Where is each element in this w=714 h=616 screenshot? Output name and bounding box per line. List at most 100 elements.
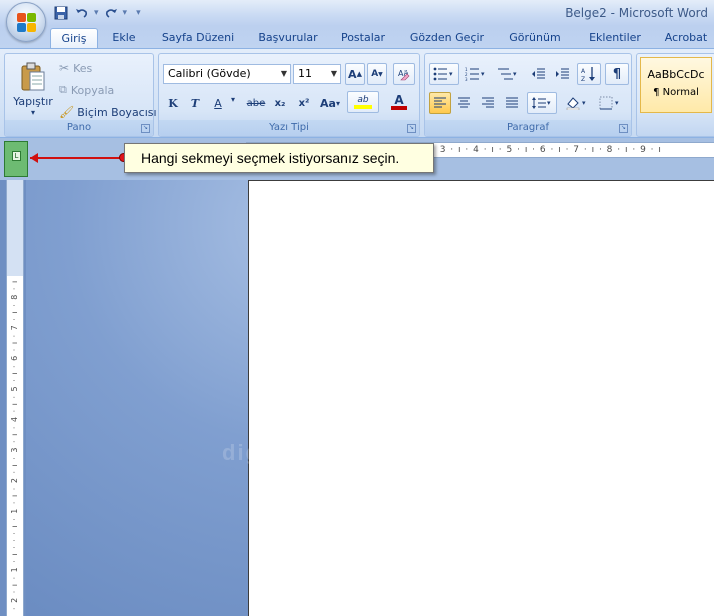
tab-gorunum[interactable]: Görünüm xyxy=(502,28,568,48)
format-painter-icon: 🖌 xyxy=(59,105,75,119)
grow-font-button[interactable]: A ▲ xyxy=(345,63,365,85)
align-right-button[interactable] xyxy=(477,92,499,114)
svg-text:Z: Z xyxy=(581,76,585,82)
font-launcher-icon[interactable]: ↘ xyxy=(407,124,416,133)
decrease-indent-icon xyxy=(532,68,545,79)
svg-text:▾: ▾ xyxy=(582,99,586,107)
shrink-font-icon: A xyxy=(371,69,379,79)
borders-button[interactable]: ▾ xyxy=(595,92,627,114)
office-logo-icon xyxy=(17,13,37,33)
tab-ekle[interactable]: Ekle xyxy=(104,28,144,48)
font-color-icon: A xyxy=(394,93,404,107)
underline-dropdown-icon[interactable]: ▾ xyxy=(231,95,235,104)
strikethrough-button[interactable]: abe xyxy=(243,92,269,114)
callout-arrow-head xyxy=(30,153,38,163)
watermark: digitalders.com xyxy=(222,440,415,465)
svg-text:3: 3 xyxy=(465,77,468,81)
increase-indent-button[interactable] xyxy=(551,63,573,85)
change-case-label: Aa xyxy=(320,96,336,110)
align-center-button[interactable] xyxy=(453,92,475,114)
copy-button[interactable]: ⧉ Kopyala xyxy=(59,80,149,100)
bold-button[interactable]: K xyxy=(163,92,183,114)
save-icon[interactable] xyxy=(52,5,70,21)
change-case-button[interactable]: Aa ▾ xyxy=(317,92,343,114)
line-spacing-button[interactable]: ▾ xyxy=(527,92,557,114)
vertical-ruler-ticks: · 2 · ı · 1 · ı · · · ı · 1 · ı · 2 · ı … xyxy=(10,279,19,610)
multilevel-list-button[interactable]: ▾ xyxy=(493,63,523,85)
svg-text:▾: ▾ xyxy=(615,99,619,107)
align-right-icon xyxy=(482,97,494,108)
shrink-font-button[interactable]: A ▼ xyxy=(367,63,387,85)
show-formatting-button[interactable]: ¶ xyxy=(605,63,629,85)
style-normal[interactable]: AaBbCcDc ¶ Normal xyxy=(640,57,712,113)
tab-eklentiler[interactable]: Eklentiler xyxy=(582,28,648,48)
style-name: ¶ Normal xyxy=(653,87,699,98)
svg-text:▾: ▾ xyxy=(481,70,485,78)
superscript-button[interactable]: x² xyxy=(293,92,315,114)
paragraph-launcher-icon[interactable]: ↘ xyxy=(619,124,628,133)
numbering-button[interactable]: 1 2 3 ▾ xyxy=(461,63,491,85)
paste-dropdown-icon: ▾ xyxy=(30,107,35,117)
tab-basvurular[interactable]: Başvurular xyxy=(252,28,324,48)
window-title: Belge2 - Microsoft Word xyxy=(565,6,708,20)
shading-button[interactable]: ▾ xyxy=(561,92,593,114)
pilcrow-icon: ¶ xyxy=(612,66,622,82)
redo-dropdown-icon[interactable]: ▾ xyxy=(123,8,128,18)
decrease-indent-button[interactable] xyxy=(527,63,549,85)
svg-text:▾: ▾ xyxy=(449,70,453,78)
subscript-button[interactable]: x₂ xyxy=(269,92,291,114)
bullets-icon: ▾ xyxy=(433,67,453,81)
justify-icon xyxy=(506,97,518,108)
undo-dropdown-icon[interactable]: ▾ xyxy=(94,8,99,18)
clear-formatting-icon: Aä xyxy=(398,69,410,81)
tab-sayfa-duzeni[interactable]: Sayfa Düzeni xyxy=(158,28,238,48)
font-size-dropdown-icon: ▼ xyxy=(330,69,337,78)
font-name-value: Calibri (Gövde) xyxy=(168,67,251,80)
format-painter-button[interactable]: 🖌 Biçim Boyacısı xyxy=(59,102,157,122)
grow-font-icon: A xyxy=(348,67,357,81)
font-size-combo[interactable]: 11 ▼ xyxy=(293,64,341,84)
format-painter-label: Biçim Boyacısı xyxy=(77,105,157,119)
highlight-button[interactable]: ab xyxy=(347,91,379,113)
clear-formatting-button[interactable]: Aä xyxy=(393,63,415,85)
tooltip: Hangi sekmeyi seçmek istiyorsanız seçin. xyxy=(124,143,434,173)
borders-icon: ▾ xyxy=(599,96,619,110)
callout-arrow-line xyxy=(30,157,126,159)
sort-button[interactable]: AZ xyxy=(577,63,601,85)
style-sample: AaBbCcDc xyxy=(647,68,705,81)
tab-gozden-gecir[interactable]: Gözden Geçir xyxy=(406,28,488,48)
tab-selector-button[interactable]: L xyxy=(4,141,28,177)
copy-icon: ⧉ xyxy=(59,83,67,96)
paste-label: Yapıştır xyxy=(13,94,53,108)
font-color-button[interactable]: A xyxy=(383,91,415,113)
font-name-combo[interactable]: Calibri (Gövde) ▼ xyxy=(163,64,291,84)
office-button[interactable] xyxy=(6,2,46,42)
align-left-button[interactable] xyxy=(429,92,451,114)
sort-icon: AZ xyxy=(581,67,595,82)
italic-button[interactable]: T xyxy=(185,92,205,114)
vertical-ruler[interactable]: · 2 · ı · 1 · ı · · · ı · 1 · ı · 2 · ı … xyxy=(6,180,24,616)
clipboard-launcher-icon[interactable]: ↘ xyxy=(141,124,150,133)
font-color-swatch xyxy=(391,106,407,110)
font-size-value: 11 xyxy=(298,67,312,80)
svg-text:▾: ▾ xyxy=(547,99,551,107)
tab-acrobat[interactable]: Acrobat xyxy=(660,28,712,48)
undo-icon[interactable] xyxy=(73,5,91,21)
shading-icon: ▾ xyxy=(566,97,586,110)
svg-text:▾: ▾ xyxy=(513,70,517,78)
font-group-label: Yazı Tipi xyxy=(159,120,419,136)
tab-giris[interactable]: Giriş xyxy=(50,28,98,48)
numbering-icon: 123▾ xyxy=(465,67,485,81)
paste-button[interactable]: Yapıştır ▾ xyxy=(9,58,57,120)
customize-qat-icon[interactable]: ▾ xyxy=(136,8,141,18)
tab-postalar[interactable]: Postalar xyxy=(334,28,392,48)
cut-button[interactable]: ✂ Kes xyxy=(59,58,149,78)
justify-button[interactable] xyxy=(501,92,523,114)
underline-button[interactable]: A xyxy=(207,92,229,114)
font-name-dropdown-icon: ▼ xyxy=(280,69,287,78)
document-page[interactable] xyxy=(248,180,714,616)
paste-icon xyxy=(21,62,45,90)
bullets-button[interactable]: ▾ xyxy=(429,63,459,85)
clipboard-group-label: Pano xyxy=(5,120,153,136)
redo-icon[interactable] xyxy=(102,5,120,21)
